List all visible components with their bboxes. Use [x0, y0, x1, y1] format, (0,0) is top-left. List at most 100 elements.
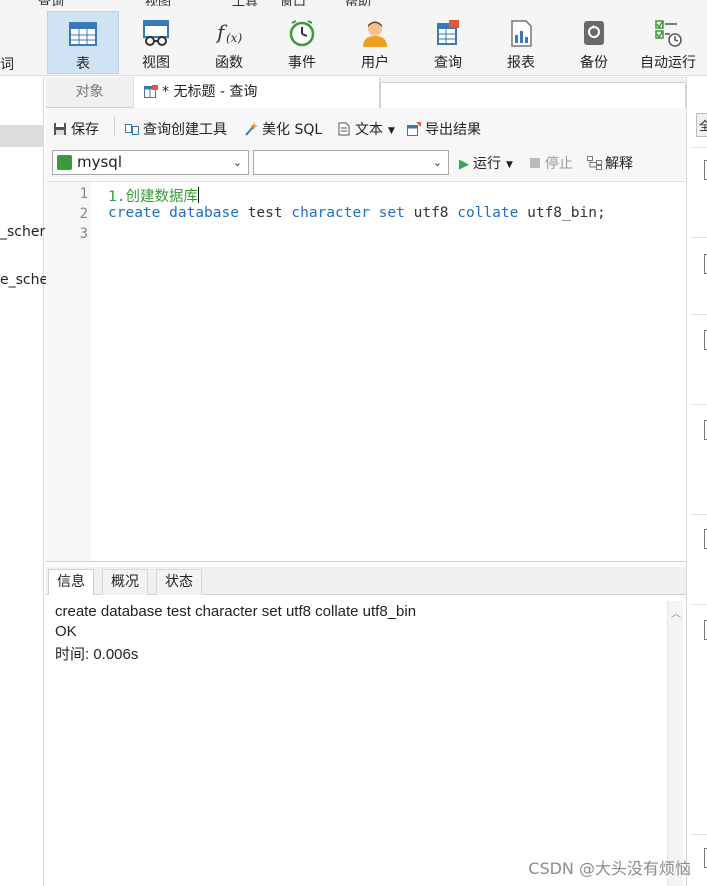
query-button-label: 查询 — [434, 55, 462, 71]
explain-icon — [587, 156, 602, 170]
scroll-up-icon[interactable]: ︿ — [671, 605, 681, 620]
sql-keyword: database — [169, 205, 239, 221]
beautify-wand-icon — [245, 122, 258, 136]
sql-identifier: test — [247, 205, 283, 221]
explain-button-label: 解释 — [605, 156, 633, 172]
save-icon — [54, 123, 66, 135]
user-button-label: 用户 — [361, 55, 389, 71]
explain-button[interactable]: 解释 — [587, 153, 633, 173]
view-button-label: 视图 — [142, 55, 170, 71]
result-ok-line: OK — [55, 623, 77, 640]
sql-keyword: collate — [457, 205, 519, 221]
run-button[interactable]: ▶ 运行 ▼ — [459, 153, 513, 173]
mysql-connection-icon — [57, 155, 72, 170]
right-divider — [691, 514, 707, 515]
report-button[interactable]: 报表 — [485, 11, 557, 74]
query-icon — [437, 20, 459, 45]
main-toolbar: 词 表 视图 f (x) 函数 事件 用户 查询 报表 备份 自动运行 — [0, 6, 707, 76]
right-side-panel: 全 — [686, 77, 707, 886]
table-button-label: 表 — [76, 56, 90, 72]
tab-objects[interactable]: 对象 — [46, 77, 134, 108]
result-sql-line: create database test character set utf8 … — [55, 603, 417, 620]
sql-keyword: create — [108, 205, 161, 221]
tab-untitled-query[interactable]: * 无标题 - 查询 — [134, 77, 380, 109]
text-cursor — [197, 187, 199, 203]
connection-tree-panel: _scher e_sche — [0, 77, 48, 886]
result-time-line: 时间: 0.006s — [55, 646, 139, 663]
result-tabs: 信息 概况 状态 — [46, 567, 686, 595]
auto-run-button[interactable]: 自动运行 — [632, 11, 704, 74]
text-menu-label: 文本 — [355, 122, 383, 138]
right-divider — [691, 834, 707, 835]
watermark: CSDN @大头没有烦恼 — [528, 859, 691, 878]
user-icon — [363, 21, 387, 47]
stop-button[interactable]: 停止 — [530, 153, 573, 173]
beautify-sql-label: 美化 SQL — [262, 122, 323, 138]
text-menu-button[interactable]: 文本 ▼ — [337, 119, 395, 139]
export-results-button[interactable]: 导出结果 — [407, 119, 481, 139]
query-toolbar: 保存 查询创建工具 美化 SQL 文本 ▼ 导出结果 mysql ⌄ ⌄ ▶ 运… — [46, 108, 686, 180]
right-divider — [691, 314, 707, 315]
backup-button[interactable]: 备份 — [558, 11, 630, 74]
event-button[interactable]: 事件 — [266, 11, 338, 74]
sql-keyword: character — [291, 205, 370, 221]
auto-run-button-label: 自动运行 — [640, 55, 696, 71]
play-icon: ▶ — [459, 157, 469, 172]
tab-status[interactable]: 状态 — [156, 569, 202, 595]
document-tabs: 对象 * 无标题 - 查询 — [46, 77, 686, 109]
save-button-label: 保存 — [71, 122, 99, 138]
svg-text:(x): (x) — [226, 31, 242, 45]
comment-text: 1.创建数据库 — [108, 189, 198, 205]
tree-item-schema-1[interactable]: _scher — [0, 224, 45, 240]
table-button[interactable]: 表 — [47, 11, 119, 74]
sql-editor[interactable]: 1 2 3 1.创建数据库 create database test chara… — [46, 181, 686, 562]
function-button[interactable]: f (x) 函数 — [193, 11, 265, 74]
table-icon — [69, 22, 97, 46]
right-panel-tab[interactable]: 全 — [696, 113, 707, 137]
event-button-label: 事件 — [288, 55, 316, 71]
connection-select[interactable]: mysql ⌄ — [52, 150, 249, 175]
auto-run-icon — [655, 20, 682, 47]
report-button-label: 报表 — [507, 55, 535, 71]
export-results-label: 导出结果 — [425, 122, 481, 138]
database-select[interactable]: ⌄ — [253, 150, 449, 175]
code-line-2: create database test character set utf8 … — [108, 205, 606, 221]
connection-select-value: mysql — [77, 153, 122, 171]
line-number-gutter: 1 2 3 — [46, 182, 91, 561]
query-builder-icon — [125, 124, 139, 135]
backup-button-label: 备份 — [580, 55, 608, 71]
caret-down-icon: ▼ — [506, 160, 513, 170]
line-number: 3 — [79, 226, 88, 242]
chevron-down-icon: ⌄ — [232, 156, 242, 169]
function-icon: f (x) — [215, 20, 242, 45]
query-button[interactable]: 查询 — [412, 11, 484, 74]
tree-selected-row[interactable] — [0, 125, 44, 147]
stop-icon — [530, 158, 540, 168]
chevron-down-icon: ⌄ — [432, 156, 442, 169]
sql-identifier: utf8_bin; — [527, 205, 606, 221]
export-icon — [407, 122, 421, 136]
tab-strip-empty — [380, 82, 686, 108]
user-button[interactable]: 用户 — [339, 11, 411, 74]
beautify-sql-button[interactable]: 美化 SQL — [244, 119, 322, 139]
right-divider — [691, 237, 707, 238]
tab-profile[interactable]: 概况 — [102, 569, 148, 595]
query-tab-icon — [144, 85, 158, 98]
view-icon — [143, 20, 169, 46]
stop-button-label: 停止 — [545, 156, 573, 172]
save-button[interactable]: 保存 — [53, 119, 99, 139]
result-scrollbar[interactable]: ︿ — [667, 601, 683, 886]
sql-identifier: utf8 — [413, 205, 449, 221]
toolbar-separator — [114, 117, 115, 137]
query-builder-label: 查询创建工具 — [143, 122, 227, 138]
view-button[interactable]: 视图 — [120, 11, 192, 74]
toolbar-cut-label[interactable]: 词 — [0, 54, 14, 74]
caret-down-icon: ▼ — [388, 126, 395, 136]
query-builder-button[interactable]: 查询创建工具 — [125, 119, 227, 139]
right-divider — [691, 404, 707, 405]
backup-icon — [584, 21, 604, 45]
right-divider — [691, 147, 707, 148]
document-icon — [338, 122, 350, 136]
tree-item-schema-2[interactable]: e_sche — [0, 272, 48, 288]
tab-message[interactable]: 信息 — [48, 569, 94, 595]
